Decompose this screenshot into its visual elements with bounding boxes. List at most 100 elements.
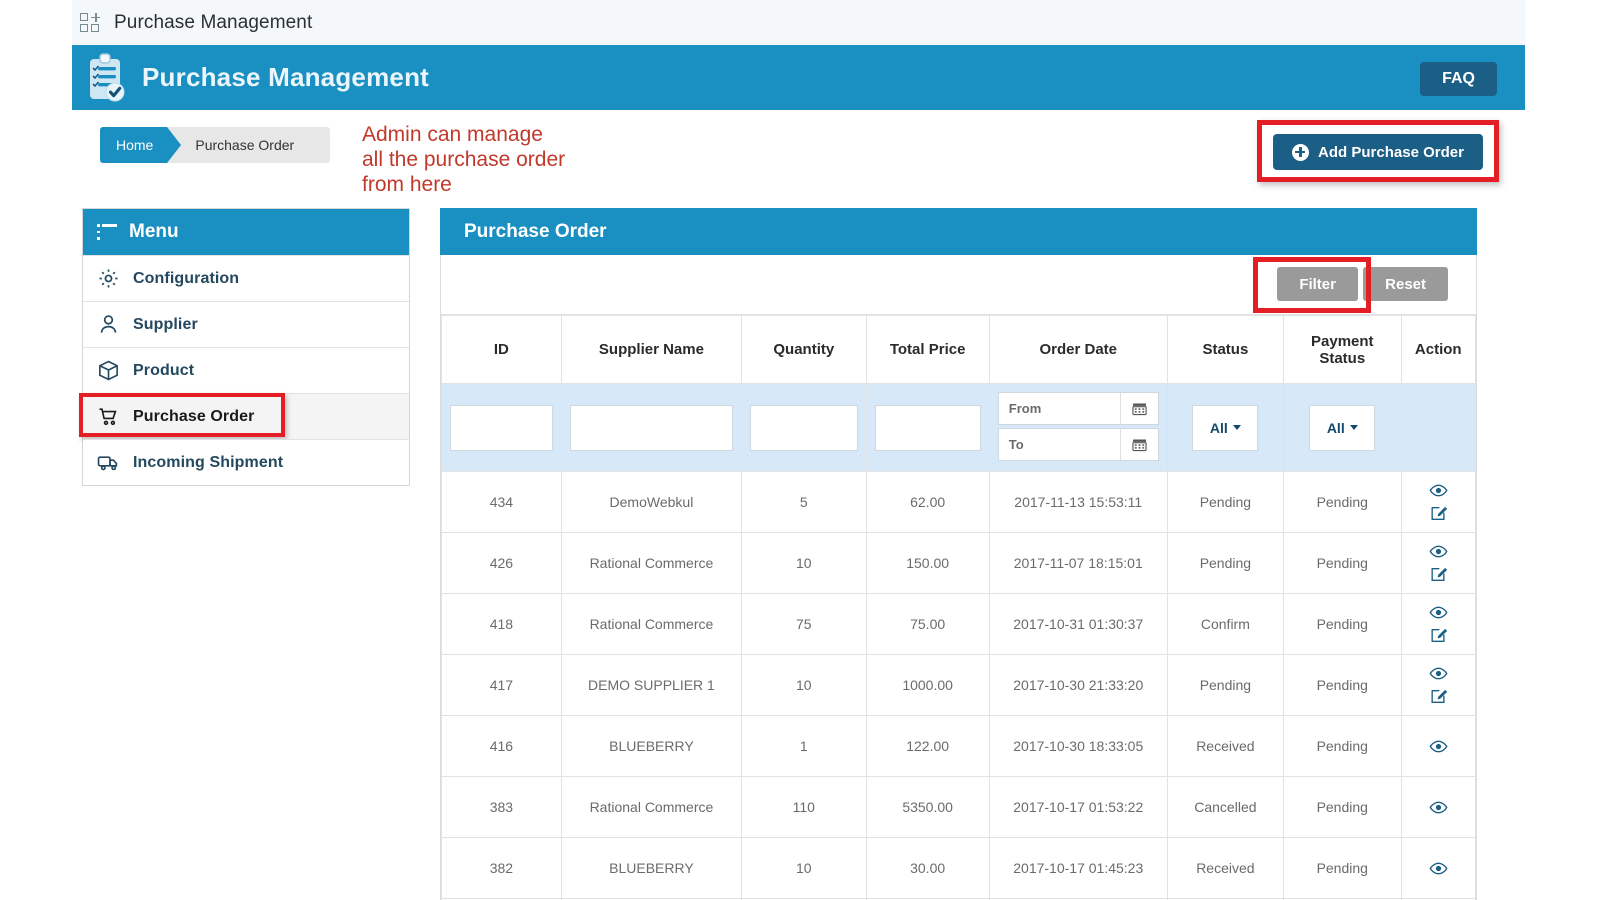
edit-icon[interactable] xyxy=(1429,626,1448,645)
cell-order-date: 2017-10-30 18:33:05 xyxy=(989,716,1167,777)
view-icon[interactable] xyxy=(1429,798,1448,817)
calendar-icon[interactable] xyxy=(1120,429,1158,460)
table-header-row: ID Supplier Name Quantity Total Price Or… xyxy=(442,316,1476,384)
filter-select-status[interactable]: All xyxy=(1192,405,1258,451)
cell-status: Cancelled xyxy=(1167,777,1283,838)
cell-supplier-name: Rational Commerce xyxy=(561,533,741,594)
filter-cell-payment-status: All xyxy=(1284,384,1401,472)
edit-icon[interactable] xyxy=(1429,504,1448,523)
filter-cell-total-price xyxy=(866,384,989,472)
view-icon[interactable] xyxy=(1429,603,1448,622)
column-header-quantity: Quantity xyxy=(742,316,866,384)
cell-status: Pending xyxy=(1167,655,1283,716)
sidebar-item-purchase-order[interactable]: Purchase Order xyxy=(83,393,409,439)
chevron-down-icon xyxy=(1233,425,1241,430)
cell-total-price: 75.00 xyxy=(866,594,989,655)
calendar-icon[interactable] xyxy=(1120,393,1158,424)
box-icon xyxy=(97,359,120,382)
table-row: 417DEMO SUPPLIER 1101000.002017-10-30 21… xyxy=(442,655,1476,716)
cell-status: Received xyxy=(1167,838,1283,899)
breadcrumb-home-link[interactable]: Home xyxy=(100,127,167,163)
breadcrumb: Home Purchase Order xyxy=(100,127,330,163)
sidebar-item-label: Product xyxy=(133,362,194,380)
row-action-group xyxy=(1404,798,1474,817)
filter-date-from[interactable]: From xyxy=(998,392,1159,425)
cell-quantity: 5 xyxy=(742,472,866,533)
grid-plus-icon xyxy=(80,13,102,33)
filter-input-quantity[interactable] xyxy=(750,405,857,451)
cell-order-date: 2017-10-17 01:53:22 xyxy=(989,777,1167,838)
view-icon[interactable] xyxy=(1429,542,1448,561)
cell-status: Pending xyxy=(1167,472,1283,533)
cell-order-date: 2017-10-30 21:33:20 xyxy=(989,655,1167,716)
cell-supplier-name: DemoWebkul xyxy=(561,472,741,533)
filter-select-payment-status[interactable]: All xyxy=(1309,405,1375,451)
app-title: Purchase Management xyxy=(142,62,429,93)
cell-total-price: 5350.00 xyxy=(866,777,989,838)
cell-order-id: 382 xyxy=(442,838,562,899)
table-row: 383Rational Commerce1105350.002017-10-17… xyxy=(442,777,1476,838)
view-icon[interactable] xyxy=(1429,859,1448,878)
sidebar-item-supplier[interactable]: Supplier xyxy=(83,301,409,347)
cell-supplier-name: Rational Commerce xyxy=(561,594,741,655)
filter-input-total-price[interactable] xyxy=(875,405,981,451)
sidebar-item-label: Supplier xyxy=(133,316,198,334)
filter-input-id[interactable] xyxy=(450,405,553,451)
cell-quantity: 75 xyxy=(742,594,866,655)
column-header-payment-status: Payment Status xyxy=(1284,316,1401,384)
column-header-id: ID xyxy=(442,316,562,384)
cell-order-date: 2017-10-31 01:30:37 xyxy=(989,594,1167,655)
column-header-status: Status xyxy=(1167,316,1283,384)
cell-total-price: 62.00 xyxy=(866,472,989,533)
filter-select-payment-status-value: All xyxy=(1327,420,1345,436)
reset-button[interactable]: Reset xyxy=(1363,267,1448,301)
purchase-order-panel: Purchase Order Filter Reset ID xyxy=(440,208,1477,900)
view-icon[interactable] xyxy=(1429,737,1448,756)
page-content: Home Purchase Order Admin can manage all… xyxy=(72,110,1525,900)
cell-quantity: 1 xyxy=(742,716,866,777)
sidebar-menu: Menu Configuration Sup xyxy=(82,208,410,486)
faq-button[interactable]: FAQ xyxy=(1420,62,1497,96)
filter-date-to[interactable]: To xyxy=(998,428,1159,461)
cell-action xyxy=(1401,716,1476,777)
filter-input-supplier-name[interactable] xyxy=(570,405,733,451)
table-row: 426Rational Commerce10150.002017-11-07 1… xyxy=(442,533,1476,594)
truck-icon xyxy=(97,451,120,474)
cell-quantity: 10 xyxy=(742,838,866,899)
annotation-line-2: all the purchase order xyxy=(362,147,565,172)
cell-order-id: 434 xyxy=(442,472,562,533)
row-action-group xyxy=(1404,481,1474,523)
row-action-group xyxy=(1404,664,1474,706)
cell-payment-status: Pending xyxy=(1284,533,1401,594)
add-purchase-order-highlight: Add Purchase Order xyxy=(1257,120,1499,182)
cell-payment-status: Pending xyxy=(1284,777,1401,838)
filter-button[interactable]: Filter xyxy=(1277,267,1358,301)
column-header-order-date: Order Date xyxy=(989,316,1167,384)
module-tab-strip: Purchase Management xyxy=(72,0,1525,45)
sidebar-item-product[interactable]: Product xyxy=(83,347,409,393)
cell-order-id: 383 xyxy=(442,777,562,838)
add-purchase-order-button[interactable]: Add Purchase Order xyxy=(1273,134,1483,170)
table-body: 434DemoWebkul562.002017-11-13 15:53:11Pe… xyxy=(442,472,1476,900)
app-header: Purchase Management FAQ xyxy=(72,45,1525,110)
sidebar-item-configuration[interactable]: Configuration xyxy=(83,255,409,301)
sidebar-header-label: Menu xyxy=(129,221,179,243)
edit-icon[interactable] xyxy=(1429,687,1448,706)
cell-action xyxy=(1401,594,1476,655)
edit-icon[interactable] xyxy=(1429,565,1448,584)
table-row: 434DemoWebkul562.002017-11-13 15:53:11Pe… xyxy=(442,472,1476,533)
sidebar-header: Menu xyxy=(83,209,409,255)
view-icon[interactable] xyxy=(1429,481,1448,500)
purchase-order-table: ID Supplier Name Quantity Total Price Or… xyxy=(441,315,1476,900)
sidebar-item-label: Purchase Order xyxy=(133,408,254,426)
sidebar-item-incoming-shipment[interactable]: Incoming Shipment xyxy=(83,439,409,485)
module-tab-title: Purchase Management xyxy=(114,12,312,34)
panel-body: Filter Reset ID Supplier Name Qua xyxy=(440,255,1477,900)
cell-action xyxy=(1401,838,1476,899)
cell-action xyxy=(1401,533,1476,594)
cell-action xyxy=(1401,655,1476,716)
row-action-group xyxy=(1404,737,1474,756)
view-icon[interactable] xyxy=(1429,664,1448,683)
cell-supplier-name: Rational Commerce xyxy=(561,777,741,838)
add-purchase-order-label: Add Purchase Order xyxy=(1318,144,1464,161)
